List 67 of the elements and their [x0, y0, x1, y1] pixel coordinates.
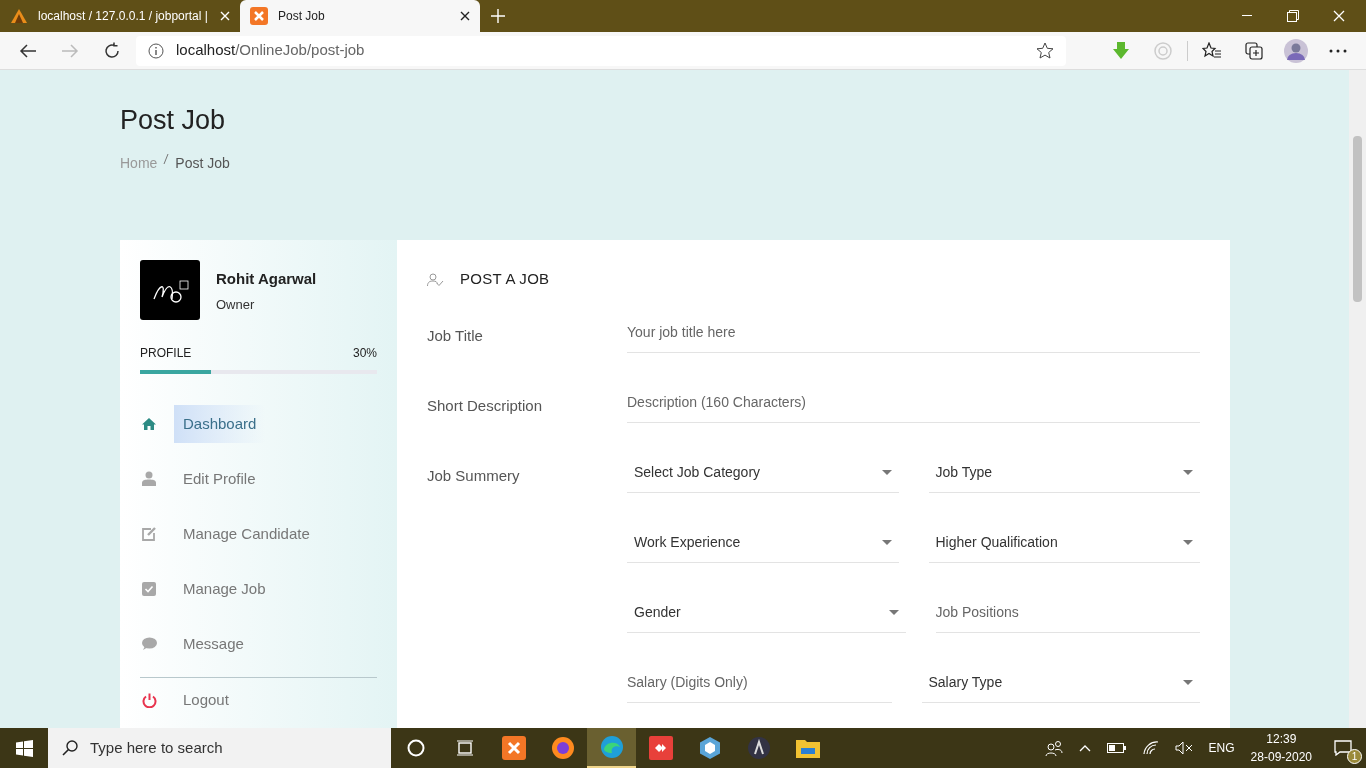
cube-icon[interactable] — [697, 736, 722, 760]
field-label: Job Summery — [427, 466, 520, 484]
logout-link[interactable]: Logout — [174, 681, 238, 720]
favorites-icon[interactable] — [1202, 41, 1222, 60]
taskbar-search-field[interactable]: Type here to search — [48, 728, 391, 768]
restore-icon[interactable] — [1287, 10, 1299, 22]
slash-icon — [163, 153, 170, 166]
star-icon[interactable] — [1036, 41, 1054, 60]
task-view-icon[interactable] — [455, 740, 474, 756]
power-icon — [141, 692, 157, 708]
person-icon — [142, 471, 156, 487]
progress-label: PROFILE — [140, 345, 192, 363]
caret-icon — [888, 609, 899, 615]
speech-bubble-icon — [141, 636, 157, 651]
wifi-icon[interactable] — [1142, 741, 1159, 755]
folder-icon[interactable] — [795, 738, 820, 758]
breadcrumb-current: Post Job — [175, 154, 230, 174]
notification-count: 1 — [1347, 749, 1362, 764]
tab-title: localhost / 127.0.0.1 / jobportal | — [38, 8, 209, 25]
caret-icon — [881, 539, 892, 545]
sidebar-menu-item[interactable]: Manage Candidate — [174, 514, 319, 554]
caret-icon — [1183, 679, 1193, 685]
caret-icon — [881, 469, 892, 475]
sidebar-menu-item[interactable]: Edit Profile — [174, 459, 265, 499]
info-icon[interactable] — [148, 42, 164, 59]
sidebar-menu-item[interactable]: Message — [174, 624, 253, 664]
windows-logo-icon[interactable] — [15, 739, 33, 757]
chevron-up-icon[interactable] — [1078, 744, 1091, 752]
notification-icon[interactable] — [1334, 740, 1352, 756]
profile-role: Owner — [216, 295, 256, 314]
caret-icon — [1183, 469, 1193, 475]
browser-tab[interactable]: Post Job — [240, 0, 480, 32]
more-icon[interactable] — [1329, 48, 1347, 53]
refresh-icon[interactable] — [103, 41, 121, 60]
fox-globe-icon[interactable] — [550, 736, 575, 760]
muted-speaker-icon[interactable] — [1174, 741, 1193, 755]
xampp-logo-icon — [250, 7, 268, 25]
minimize-icon[interactable] — [1242, 15, 1252, 17]
avatar-icon[interactable] — [1284, 38, 1308, 63]
plus-icon[interactable] — [491, 9, 505, 23]
field-label: Job Title — [427, 326, 483, 344]
battery-icon[interactable] — [1106, 742, 1127, 754]
search-icon — [62, 740, 78, 756]
clock[interactable]: 12:39 28-09-2020 — [1242, 730, 1320, 766]
form-heading: POST A JOB — [460, 269, 550, 290]
collections-icon[interactable] — [1245, 41, 1263, 60]
people-icon[interactable] — [1044, 740, 1063, 756]
user-check-icon — [427, 272, 444, 287]
caret-icon — [1183, 539, 1193, 545]
checkbox-icon — [142, 581, 156, 596]
xampp-logo-icon[interactable] — [501, 736, 526, 760]
home-icon — [141, 416, 157, 431]
tab-title: Post Job — [278, 8, 326, 25]
page-title: Post Job — [120, 104, 227, 137]
progress-percent: 30% — [352, 345, 377, 363]
circle-icon[interactable] — [406, 739, 425, 757]
back-arrow-icon[interactable] — [19, 43, 37, 58]
browser-tab[interactable]: localhost / 127.0.0.1 / jobportal | — [0, 0, 240, 32]
language-indicator[interactable]: ENG — [1200, 739, 1243, 757]
field-label: Short Description — [427, 396, 543, 414]
close-icon[interactable] — [460, 11, 470, 21]
scrollbar[interactable] — [1349, 70, 1366, 728]
profile-name: Rohit Agarwal — [216, 269, 317, 290]
dark-disc-icon[interactable] — [746, 736, 771, 760]
wave-globe-icon[interactable] — [599, 735, 624, 759]
sidebar-menu-item[interactable]: Manage Job — [174, 569, 275, 609]
edit-icon — [141, 526, 157, 542]
